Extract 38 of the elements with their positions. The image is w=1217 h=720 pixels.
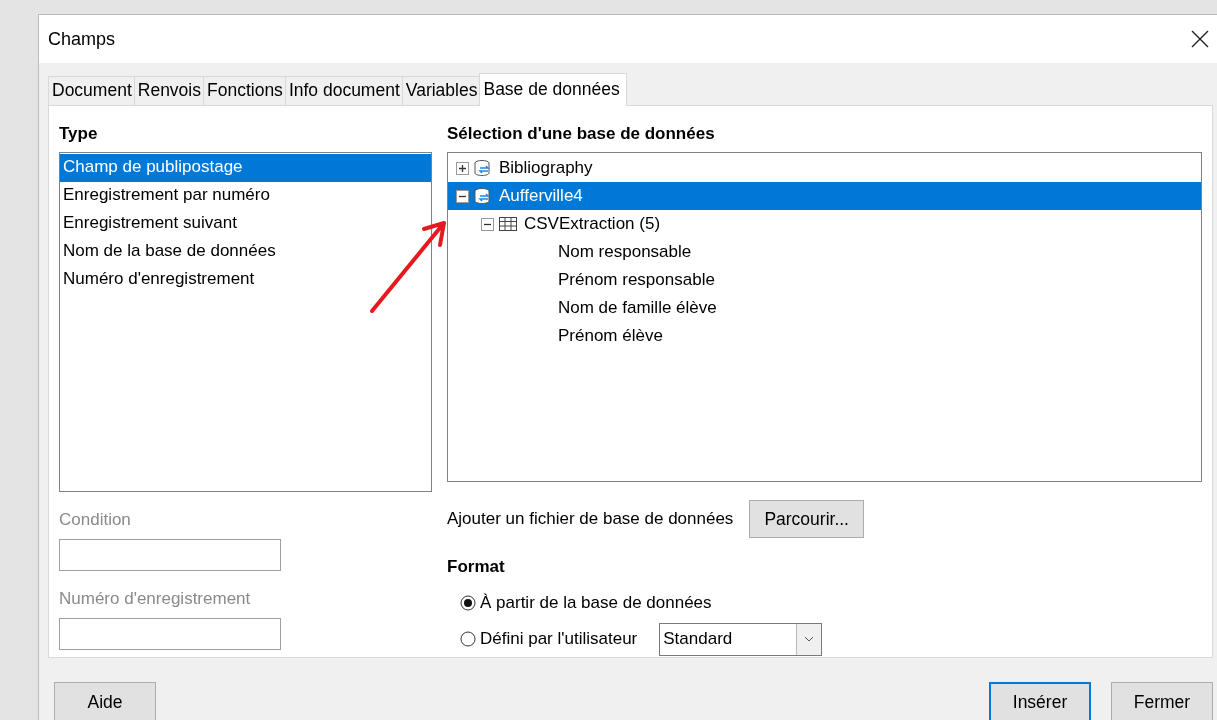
database-icon <box>473 159 493 177</box>
add-file-label: Ajouter un fichier de base de données <box>447 509 734 529</box>
expand-icon[interactable] <box>456 161 469 175</box>
close-icon[interactable] <box>1191 30 1209 48</box>
section-heading: Sélection d'une base de données <box>447 124 716 144</box>
tree-item[interactable]: CSVExtraction (5) <box>448 210 1201 238</box>
list-item[interactable]: Champ de publipostage <box>60 154 431 182</box>
tab[interactable]: Base de données <box>479 73 627 106</box>
list-item[interactable]: Nom de la base de données <box>60 238 431 266</box>
tree-item[interactable]: Nom responsable <box>448 238 1201 266</box>
radio-button[interactable] <box>460 631 476 647</box>
tree-item[interactable]: Prénom responsable <box>448 266 1201 294</box>
database-icon <box>473 187 493 205</box>
tree-item[interactable]: Nom de famille élève <box>448 294 1201 322</box>
format-dropdown[interactable]: Standard <box>659 622 823 656</box>
tree-item[interactable]: Aufferville4 <box>448 182 1201 210</box>
radio-label[interactable]: À partir de la base de données <box>480 593 712 613</box>
help-button[interactable]: Aide <box>54 682 156 720</box>
tree-item[interactable]: Bibliography <box>448 154 1201 182</box>
list-item[interactable]: Numéro d'enregistrement <box>60 266 431 294</box>
collapse-icon[interactable] <box>481 217 494 231</box>
radio-label[interactable]: Défini par l'utilisateur <box>480 629 638 649</box>
list-item[interactable]: Enregistrement par numéro <box>60 182 431 210</box>
field-label: Condition <box>59 510 132 530</box>
list-item[interactable]: Enregistrement suivant <box>60 210 431 238</box>
dialog-button[interactable]: Insérer <box>989 682 1091 720</box>
window-title: Champs <box>48 28 116 50</box>
tree-item[interactable]: Prénom élève <box>448 322 1201 350</box>
chevron-down-icon <box>804 636 815 642</box>
table-icon <box>498 215 518 233</box>
section-heading: Format <box>447 557 506 577</box>
browse-button[interactable]: Parcourir... <box>749 500 864 538</box>
tab[interactable]: Document <box>48 76 135 105</box>
section-heading: Type <box>59 124 99 144</box>
dialog-button[interactable]: Fermer <box>1111 682 1213 720</box>
collapse-icon[interactable] <box>456 189 469 203</box>
field-label: Numéro d'enregistrement <box>59 589 252 609</box>
radio-button[interactable] <box>460 595 476 611</box>
